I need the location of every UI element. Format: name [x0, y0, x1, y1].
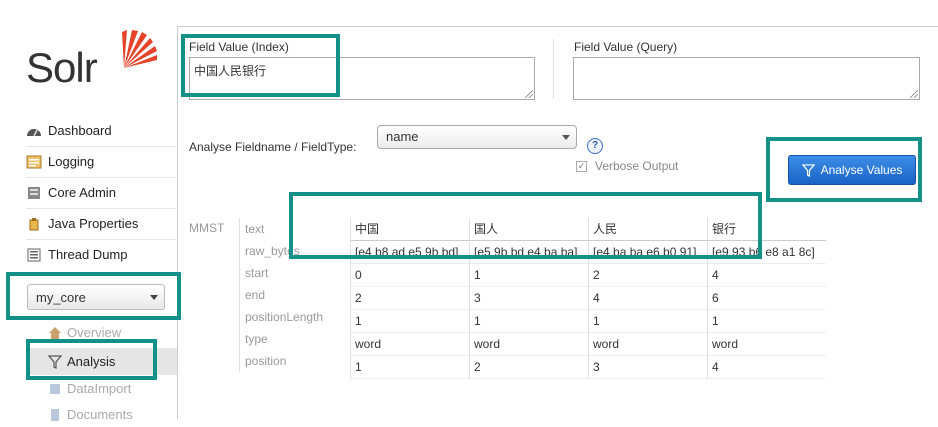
fieldtype-select-value: name [386, 129, 419, 144]
nav-dashboard[interactable]: Dashboard [26, 116, 176, 147]
token-type: word [589, 333, 707, 356]
row-label: position [245, 354, 287, 368]
nav-core-admin[interactable]: Core Admin [26, 178, 176, 209]
field-divider [553, 39, 554, 99]
solr-logo[interactable]: Solr [26, 28, 166, 98]
core-menu-documents-label: Documents [67, 407, 133, 422]
row-label: type [245, 332, 268, 346]
token-end: 6 [708, 287, 826, 310]
query-field-label: Field Value (Query) [574, 40, 678, 54]
nav-core-admin-label: Core Admin [48, 185, 116, 200]
chevron-down-icon [562, 135, 570, 140]
token-position: 3 [589, 356, 707, 379]
token-position-length: 1 [351, 310, 469, 333]
token-end: 2 [351, 287, 469, 310]
nav-dashboard-label: Dashboard [48, 123, 112, 138]
token-start: 2 [589, 264, 707, 287]
stage-name: MMST [189, 221, 225, 235]
core-admin-icon [28, 187, 40, 199]
solr-sun-icon [122, 30, 157, 68]
fieldtype-select[interactable]: name [377, 125, 577, 149]
highlight-analyse-button [766, 137, 922, 202]
row-label: end [245, 288, 266, 302]
highlight-token-table [289, 192, 762, 259]
help-icon[interactable]: ? [587, 138, 603, 154]
token-position: 2 [470, 356, 588, 379]
nav-thread-dump[interactable]: Thread Dump [26, 240, 176, 270]
token-position-length: 1 [589, 310, 707, 333]
dataimport-icon [50, 384, 60, 394]
token-start: 1 [470, 264, 588, 287]
token-position: 1 [351, 356, 469, 379]
row-label: positionLength [245, 310, 324, 324]
nav-logging[interactable]: Logging [26, 147, 176, 178]
fieldtype-label: Analyse Fieldname / FieldType: [189, 140, 357, 154]
token-type: word [708, 333, 826, 356]
resize-handle-icon[interactable] [910, 90, 918, 98]
core-menu-documents[interactable]: Documents [28, 403, 178, 427]
verbose-checkbox[interactable]: ✓ [576, 160, 587, 172]
dashboard-icon [27, 129, 41, 137]
query-field-input[interactable] [573, 57, 920, 100]
java-icon [29, 218, 39, 231]
token-position-length: 1 [708, 310, 826, 333]
thread-icon [27, 248, 41, 262]
resize-handle-icon[interactable] [525, 90, 533, 98]
token-end: 4 [589, 287, 707, 310]
token-type: word [470, 333, 588, 356]
verbose-label: Verbose Output [595, 159, 679, 173]
core-menu-dataimport-label: DataImport [67, 381, 132, 396]
home-icon [49, 327, 61, 339]
highlight-index-field [181, 34, 340, 97]
row-label: start [245, 266, 269, 280]
highlight-core-selector [6, 272, 181, 320]
nav-java-properties-label: Java Properties [48, 216, 139, 231]
token-start: 0 [351, 264, 469, 287]
verbose-output-toggle[interactable]: ✓ Verbose Output [576, 159, 678, 173]
logging-icon [26, 155, 42, 169]
token-end: 3 [470, 287, 588, 310]
token-position-length: 1 [470, 310, 588, 333]
token-type: word [351, 333, 469, 356]
nav-thread-dump-label: Thread Dump [48, 247, 128, 262]
nav-logging-label: Logging [48, 154, 95, 169]
nav-java-properties[interactable]: Java Properties [26, 209, 176, 240]
token-start: 4 [708, 264, 826, 287]
highlight-analysis-menu [26, 339, 157, 380]
token-position: 4 [708, 356, 826, 379]
core-menu-dataimport[interactable]: DataImport [28, 377, 178, 401]
main-nav: Dashboard Logging Core Admin Java Proper… [26, 116, 176, 270]
documents-icon [51, 409, 59, 421]
logo-text: Solr [26, 44, 98, 91]
